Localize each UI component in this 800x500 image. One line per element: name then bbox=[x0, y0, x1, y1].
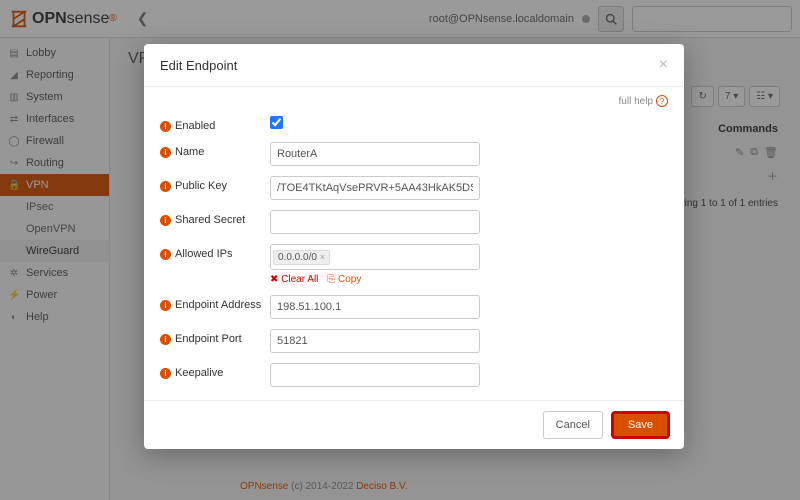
info-icon[interactable]: i bbox=[160, 368, 171, 379]
copy-link[interactable]: ⎘ Copy bbox=[327, 274, 361, 285]
endpoint-address-input[interactable] bbox=[270, 295, 480, 319]
label-endpoint-address: Endpoint Address bbox=[175, 299, 261, 311]
info-icon[interactable]: i bbox=[160, 334, 171, 345]
enabled-checkbox[interactable] bbox=[270, 116, 283, 129]
name-input[interactable] bbox=[270, 142, 480, 166]
label-keepalive: Keepalive bbox=[175, 367, 223, 379]
label-endpoint-port: Endpoint Port bbox=[175, 333, 242, 345]
info-icon[interactable]: i bbox=[160, 215, 171, 226]
remove-token-icon[interactable]: × bbox=[320, 252, 325, 262]
info-icon[interactable]: i bbox=[160, 147, 171, 158]
label-public-key: Public Key bbox=[175, 180, 227, 192]
label-enabled: Enabled bbox=[175, 120, 215, 132]
public-key-input[interactable] bbox=[270, 176, 480, 200]
help-icon: ? bbox=[656, 95, 668, 107]
modal-title: Edit Endpoint bbox=[160, 58, 237, 73]
label-shared-secret: Shared Secret bbox=[175, 214, 245, 226]
ip-token[interactable]: 0.0.0.0/0× bbox=[273, 250, 330, 265]
close-icon[interactable]: × bbox=[659, 56, 668, 74]
info-icon[interactable]: i bbox=[160, 300, 171, 311]
info-icon[interactable]: i bbox=[160, 249, 171, 260]
info-icon[interactable]: i bbox=[160, 181, 171, 192]
endpoint-port-input[interactable] bbox=[270, 329, 480, 353]
label-allowed-ips: Allowed IPs bbox=[175, 248, 232, 260]
edit-endpoint-modal: Edit Endpoint × full help? i Enabled i Nam… bbox=[144, 44, 684, 449]
label-name: Name bbox=[175, 146, 204, 158]
clear-all-link[interactable]: ✖ Clear All bbox=[270, 274, 318, 285]
full-help-toggle[interactable]: full help? bbox=[144, 87, 684, 107]
info-icon[interactable]: i bbox=[160, 121, 171, 132]
shared-secret-input[interactable] bbox=[270, 210, 480, 234]
keepalive-input[interactable] bbox=[270, 363, 480, 387]
allowed-ips-input[interactable]: 0.0.0.0/0× bbox=[270, 244, 480, 270]
save-button[interactable]: Save bbox=[611, 411, 670, 439]
cancel-button[interactable]: Cancel bbox=[543, 411, 603, 439]
